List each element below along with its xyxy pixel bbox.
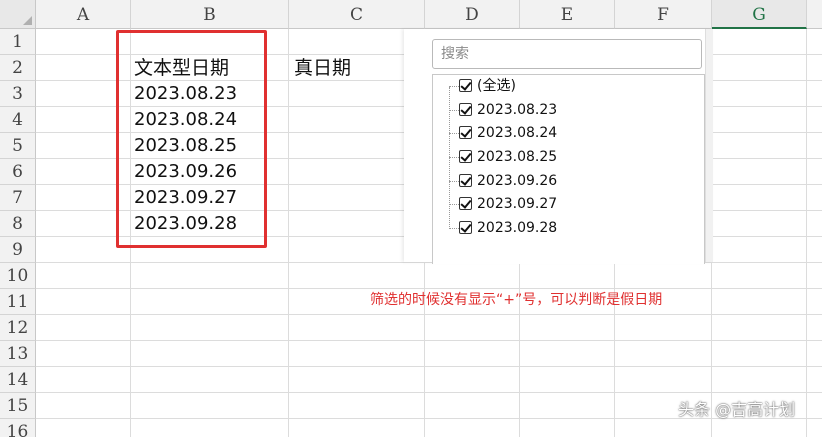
- row-header-16[interactable]: 16: [0, 419, 36, 442]
- row-header-9[interactable]: 9: [0, 237, 36, 263]
- row-header-3[interactable]: 3: [0, 81, 36, 107]
- row-header-2[interactable]: 2: [0, 55, 36, 81]
- gridline: [36, 366, 822, 367]
- filter-item-label: 2023.09.28: [477, 220, 558, 236]
- checkbox-checked-icon[interactable]: [459, 126, 472, 139]
- cell-c2[interactable]: 真日期: [294, 56, 351, 80]
- column-header-g[interactable]: G: [712, 0, 807, 29]
- gridline: [288, 29, 289, 437]
- row-header-7[interactable]: 7: [0, 185, 36, 211]
- gridline: [36, 392, 822, 393]
- column-header-partial[interactable]: [807, 0, 822, 29]
- filter-value-list: (全选) 2023.08.23 2023.08.24 2023.08.25 20…: [432, 74, 705, 264]
- column-header-c[interactable]: C: [289, 0, 425, 29]
- highlight-box: [116, 30, 267, 248]
- column-header-d[interactable]: D: [425, 0, 520, 29]
- filter-item-label: 2023.09.26: [477, 173, 558, 189]
- filter-item-label: 2023.08.24: [477, 125, 558, 141]
- filter-panel: 搜索 (全选) 2023.08.23 2023.08.24 2023.08.25…: [404, 29, 713, 264]
- gridline: [36, 288, 822, 289]
- filter-item-label: 2023.09.27: [477, 196, 558, 212]
- row-header-8[interactable]: 8: [0, 211, 36, 237]
- row-header-1[interactable]: 1: [0, 29, 36, 55]
- gridline: [36, 340, 822, 341]
- column-header-b[interactable]: B: [131, 0, 289, 29]
- row-header-6[interactable]: 6: [0, 159, 36, 185]
- tree-connector: [449, 87, 450, 229]
- filter-item-label: (全选): [477, 78, 516, 94]
- row-header-10[interactable]: 10: [0, 263, 36, 289]
- checkbox-checked-icon[interactable]: [459, 221, 472, 234]
- checkbox-checked-icon[interactable]: [459, 174, 472, 187]
- watermark: 头条 @吉高计划: [678, 400, 796, 419]
- filter-item-label: 2023.08.25: [477, 149, 558, 165]
- row-header-14[interactable]: 14: [0, 367, 36, 393]
- filter-search-input[interactable]: 搜索: [432, 39, 702, 69]
- row-header-5[interactable]: 5: [0, 133, 36, 159]
- column-header-a[interactable]: A: [36, 0, 131, 29]
- panel-scrollbar[interactable]: [705, 29, 713, 262]
- checkbox-checked-icon[interactable]: [459, 103, 472, 116]
- row-header-11[interactable]: 11: [0, 289, 36, 315]
- column-header-f[interactable]: F: [615, 0, 712, 29]
- row-header-13[interactable]: 13: [0, 341, 36, 367]
- column-header-e[interactable]: E: [520, 0, 615, 29]
- filter-item-label: 2023.08.23: [477, 102, 558, 118]
- row-header-4[interactable]: 4: [0, 107, 36, 133]
- checkbox-checked-icon[interactable]: [459, 197, 472, 210]
- annotation-text: 筛选的时候没有显示“+”号，可以判断是假日期: [370, 292, 663, 308]
- gridline: [806, 29, 807, 437]
- gridline: [36, 314, 822, 315]
- row-header-12[interactable]: 12: [0, 315, 36, 341]
- row-header-15[interactable]: 15: [0, 393, 36, 419]
- select-all-corner[interactable]: [0, 0, 36, 29]
- search-placeholder: 搜索: [441, 46, 469, 62]
- checkbox-checked-icon[interactable]: [459, 150, 472, 163]
- checkbox-checked-icon[interactable]: [459, 79, 472, 92]
